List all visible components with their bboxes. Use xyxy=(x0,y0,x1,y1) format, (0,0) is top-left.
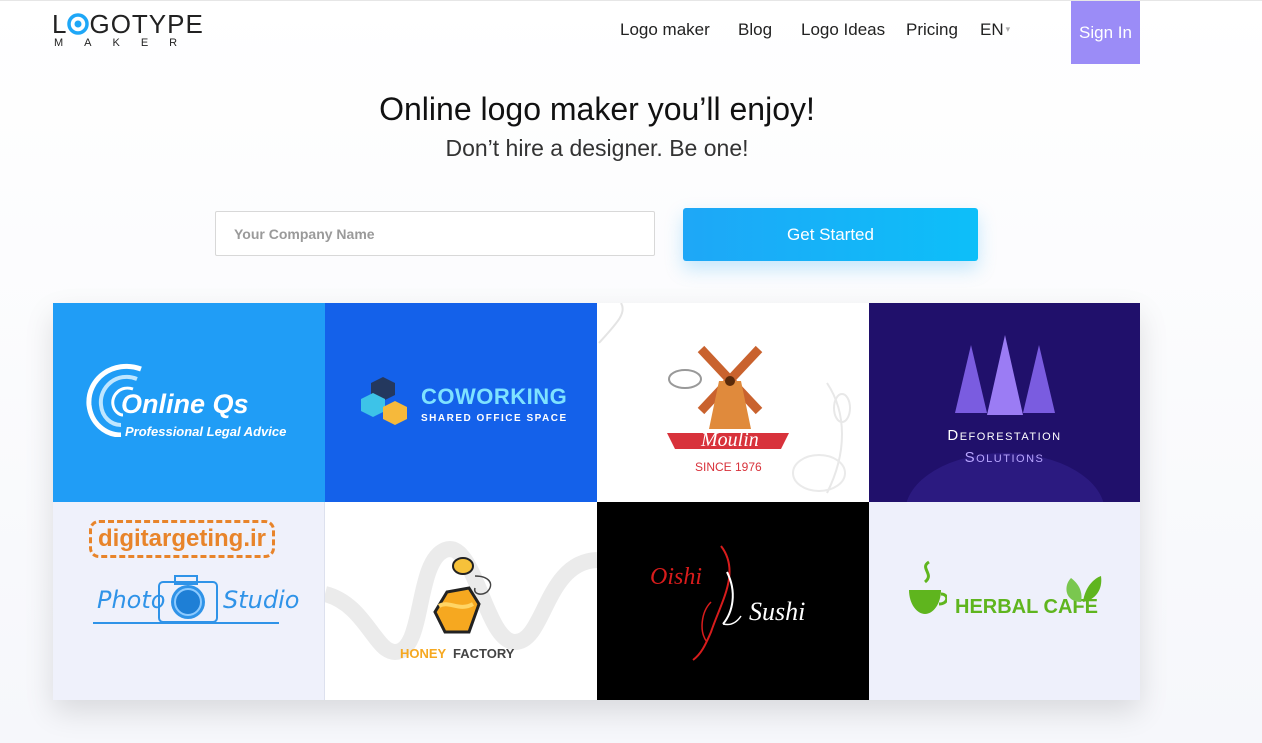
trees-icon xyxy=(955,335,1055,415)
leaves-icon xyxy=(1066,576,1102,602)
underline-divider xyxy=(93,622,279,624)
logo-tagline-right: Studio xyxy=(223,586,300,614)
watermark-label: digitargeting.ir xyxy=(89,520,275,558)
swirl-o-icon xyxy=(67,13,90,35)
cup-icon xyxy=(909,560,947,614)
company-name-input[interactable] xyxy=(215,211,655,256)
logo-name: Deforestation xyxy=(947,427,1062,444)
logo-wordmark: L GOTYPE xyxy=(52,9,204,39)
logo-tagline: SINCE 1976 xyxy=(695,460,762,474)
hero-subtitle: Don’t hire a designer. Be one! xyxy=(445,135,749,161)
bee-icon xyxy=(433,557,492,634)
header: L GOTYPE MAKER Logo maker Blog Logo Ideas… xyxy=(0,1,1262,65)
logo-name-a: HONEY xyxy=(400,646,447,661)
logo-name: Online Qs xyxy=(121,389,249,419)
nav-blog[interactable]: Blog xyxy=(738,20,772,42)
language-label: EN xyxy=(980,20,1004,39)
language-selector[interactable]: EN ▾ xyxy=(980,20,1010,42)
example-logo-photo-studio[interactable]: digitargeting.ir Photo Studio xyxy=(53,502,325,700)
example-logo-moulin[interactable]: Moulin SINCE 1976 xyxy=(597,303,869,502)
camera-icon xyxy=(158,575,218,623)
logo-subword: MAKER xyxy=(54,37,199,49)
logo-tagline: Solutions xyxy=(964,449,1045,466)
logo-examples-grid: Online Qs Professional Legal Advice COWO… xyxy=(53,303,1140,700)
example-logo-online-qs[interactable]: Online Qs Professional Legal Advice xyxy=(53,303,325,502)
nav-logo-maker[interactable]: Logo maker xyxy=(620,20,710,42)
example-logo-honey-factory[interactable]: HONEY FACTORY xyxy=(325,502,597,700)
logotype-maker-logo[interactable]: L GOTYPE MAKER xyxy=(52,9,212,57)
sign-in-button[interactable]: Sign In xyxy=(1071,1,1140,64)
example-logo-deforestation[interactable]: Deforestation Solutions xyxy=(869,303,1140,502)
logo-name-b: FACTORY xyxy=(453,646,515,661)
logo-name-b: Sushi xyxy=(749,597,806,626)
cubes-icon xyxy=(361,377,407,425)
logo-tagline: Professional Legal Advice xyxy=(125,424,287,439)
logo-name: Moulin xyxy=(701,429,759,451)
fish-icon xyxy=(692,545,742,661)
logo-name: COWORKING xyxy=(421,384,568,409)
get-started-button[interactable]: Get Started xyxy=(683,208,978,261)
example-logo-coworking[interactable]: COWORKING SHARED OFFICE SPACE xyxy=(325,303,597,502)
logo-name-a: Oishi xyxy=(650,564,703,590)
nav-logo-ideas[interactable]: Logo Ideas xyxy=(801,20,885,42)
logo-tagline-left: Photo xyxy=(97,586,166,614)
example-logo-herbal-cafe[interactable]: HERBAL CAFE xyxy=(869,502,1140,700)
example-logo-oishi-sushi[interactable]: Oishi Sushi xyxy=(597,502,869,700)
nav-pricing[interactable]: Pricing xyxy=(906,20,958,42)
logo-tagline: SHARED OFFICE SPACE xyxy=(421,413,568,424)
chevron-down-icon: ▾ xyxy=(1005,24,1011,34)
hero-title: Online logo maker you’ll enjoy! xyxy=(379,91,815,127)
